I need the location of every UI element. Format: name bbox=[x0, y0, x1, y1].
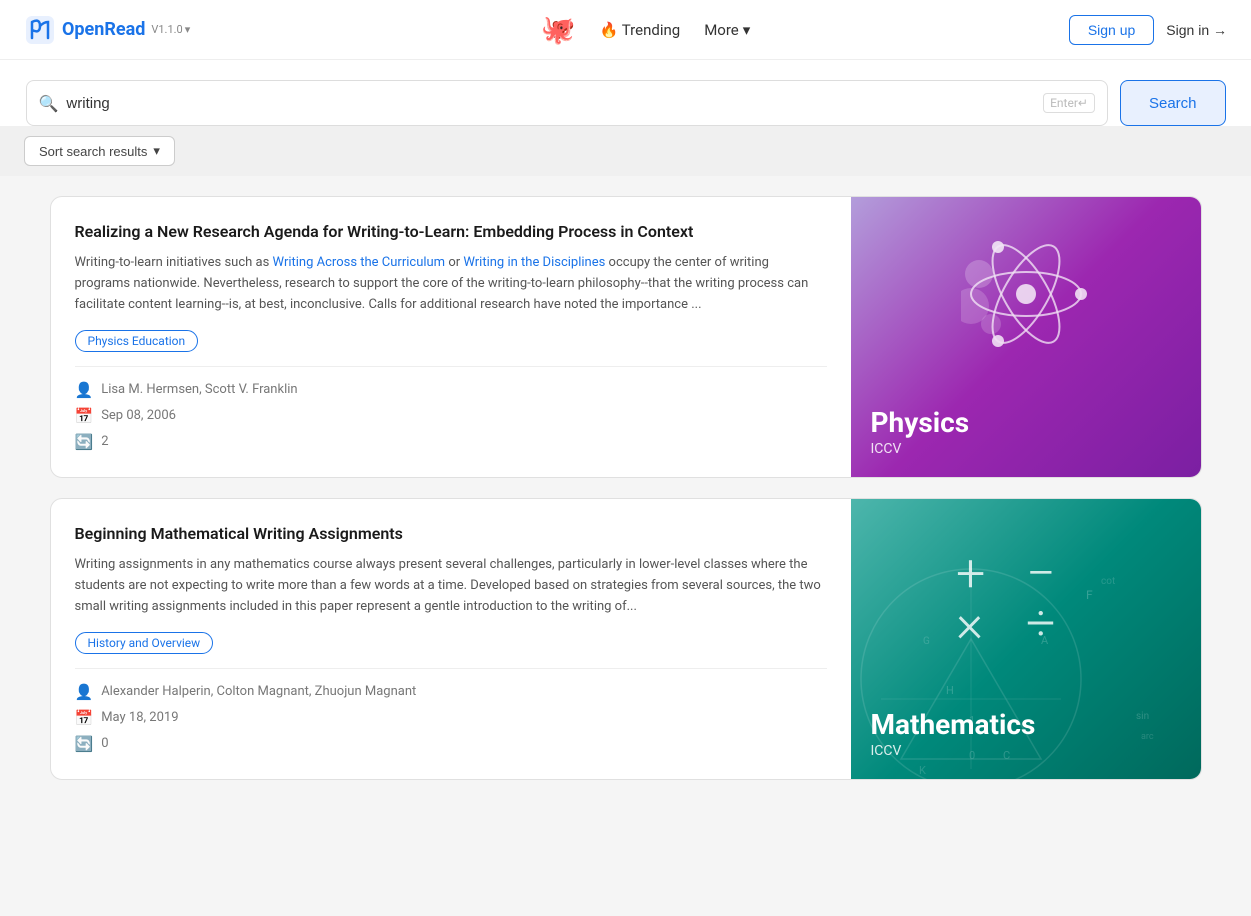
paper-citations: 2 bbox=[101, 434, 108, 449]
paper-thumbnail-math: F cot A H G 1 0 C sin arc K + − bbox=[851, 499, 1201, 779]
header-nav: 🐙 🔥 Trending More ▾ bbox=[222, 13, 1069, 46]
thumbnail-conf: ICCV bbox=[871, 743, 1181, 759]
trending-nav-item[interactable]: 🔥 Trending bbox=[600, 21, 681, 39]
table-row: Beginning Mathematical Writing Assignmen… bbox=[50, 498, 1202, 780]
logo-version: V1.1.0 ▾ bbox=[151, 23, 190, 36]
chevron-down-icon: ▾ bbox=[153, 143, 160, 159]
citation-icon: 🔄 bbox=[75, 433, 94, 451]
paper-title[interactable]: Beginning Mathematical Writing Assignmen… bbox=[75, 523, 827, 545]
logo-text: OpenRead bbox=[62, 19, 145, 40]
signup-button[interactable]: Sign up bbox=[1069, 15, 1154, 45]
thumbnail-icon-area bbox=[941, 197, 1111, 390]
main-header: OpenRead V1.1.0 ▾ 🐙 🔥 Trending More ▾ Si… bbox=[0, 0, 1251, 60]
math-operators-icon: + − × ÷ bbox=[946, 546, 1106, 646]
thumbnail-subject: Mathematics bbox=[871, 708, 1181, 741]
thumbnail-icon-area: + − × ÷ bbox=[926, 499, 1126, 692]
card-content-1: Realizing a New Research Agenda for Writ… bbox=[51, 197, 851, 477]
person-icon: 👤 bbox=[75, 381, 94, 399]
svg-text:÷: ÷ bbox=[1026, 593, 1056, 646]
thumbnail-label-area: Physics ICCV bbox=[851, 390, 1201, 477]
search-icon: 🔍 bbox=[39, 94, 59, 113]
atom-icon bbox=[961, 234, 1091, 354]
card-meta: 👤 Lisa M. Hermsen, Scott V. Franklin 📅 S… bbox=[75, 381, 827, 451]
openread-logo-icon bbox=[24, 14, 56, 46]
paper-citations: 0 bbox=[101, 736, 108, 751]
search-input-wrapper: 🔍 Enter↵ bbox=[26, 80, 1108, 126]
sort-button[interactable]: Sort search results ▾ bbox=[24, 136, 175, 166]
date-row: 📅 Sep 08, 2006 bbox=[75, 407, 827, 425]
search-input[interactable] bbox=[66, 95, 1043, 112]
authors-row: 👤 Lisa M. Hermsen, Scott V. Franklin bbox=[75, 381, 827, 399]
enter-hint: Enter↵ bbox=[1043, 93, 1095, 113]
card-divider bbox=[75, 668, 827, 669]
thumbnail-conf: ICCV bbox=[871, 441, 1181, 457]
paper-authors: Alexander Halperin, Colton Magnant, Zhuo… bbox=[101, 684, 416, 699]
svg-text:×: × bbox=[956, 593, 983, 646]
sort-bar: Sort search results ▾ bbox=[0, 126, 1251, 176]
card-meta: 👤 Alexander Halperin, Colton Magnant, Zh… bbox=[75, 683, 827, 753]
citations-row: 🔄 0 bbox=[75, 735, 827, 753]
paper-tag[interactable]: History and Overview bbox=[75, 632, 214, 654]
search-button[interactable]: Search bbox=[1120, 80, 1226, 126]
paper-abstract: Writing-to-learn initiatives such as Wri… bbox=[75, 253, 827, 315]
signin-button[interactable]: Sign in → bbox=[1166, 22, 1227, 38]
citation-icon: 🔄 bbox=[75, 735, 94, 753]
abstract-link-2[interactable]: Writing in the Disciplines bbox=[463, 255, 605, 270]
calendar-icon: 📅 bbox=[75, 709, 94, 727]
paper-abstract: Writing assignments in any mathematics c… bbox=[75, 555, 827, 617]
abstract-link-1[interactable]: Writing Across the Curriculum bbox=[273, 255, 446, 270]
paper-tag[interactable]: Physics Education bbox=[75, 330, 199, 352]
header-actions: Sign up Sign in → bbox=[1069, 15, 1227, 45]
card-divider bbox=[75, 366, 827, 367]
chevron-down-icon: ▾ bbox=[743, 21, 751, 39]
paper-thumbnail-physics: Physics ICCV bbox=[851, 197, 1201, 477]
paper-title[interactable]: Realizing a New Research Agenda for Writ… bbox=[75, 221, 827, 243]
paper-authors: Lisa M. Hermsen, Scott V. Franklin bbox=[101, 382, 297, 397]
table-row: Realizing a New Research Agenda for Writ… bbox=[50, 196, 1202, 478]
mascot-icon[interactable]: 🐙 bbox=[541, 13, 576, 46]
paper-date: Sep 08, 2006 bbox=[101, 408, 176, 423]
search-section: 🔍 Enter↵ Search bbox=[0, 60, 1251, 126]
search-bar-container: 🔍 Enter↵ Search bbox=[26, 80, 1226, 126]
card-content-2: Beginning Mathematical Writing Assignmen… bbox=[51, 499, 851, 779]
main-content: Realizing a New Research Agenda for Writ… bbox=[26, 176, 1226, 800]
date-row: 📅 May 18, 2019 bbox=[75, 709, 827, 727]
calendar-icon: 📅 bbox=[75, 407, 94, 425]
paper-date: May 18, 2019 bbox=[101, 710, 178, 725]
thumbnail-label-area: Mathematics ICCV bbox=[851, 692, 1201, 779]
thumbnail-subject: Physics bbox=[871, 406, 1181, 439]
logo-area[interactable]: OpenRead V1.1.0 ▾ bbox=[24, 14, 190, 46]
authors-row: 👤 Alexander Halperin, Colton Magnant, Zh… bbox=[75, 683, 827, 701]
more-nav-item[interactable]: More ▾ bbox=[704, 21, 750, 39]
person-icon: 👤 bbox=[75, 683, 94, 701]
citations-row: 🔄 2 bbox=[75, 433, 827, 451]
